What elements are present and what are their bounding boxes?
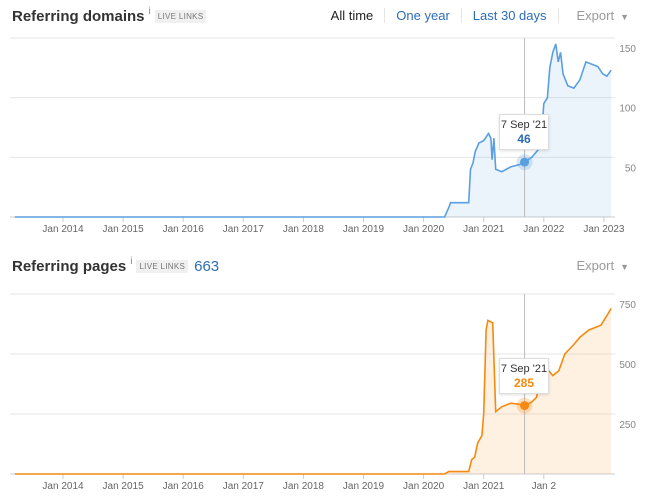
charts-canvas: Jan 2014 Jan 2015 Jan 2016 Jan 2017 Jan 2018… <box>10 37 637 492</box>
y-tick-label: 500 <box>619 360 636 371</box>
referring-pages-count: 663 <box>194 258 220 275</box>
tooltip-value: 46 <box>517 132 531 146</box>
tab-one-year[interactable]: One year <box>385 8 462 23</box>
x-tick-label: Jan 2021 <box>463 224 505 235</box>
highlight-point <box>520 157 530 167</box>
time-range-tabs: All time One year Last 30 days Export ▼ <box>320 8 649 23</box>
x-tick-label: Jan 2019 <box>343 224 385 235</box>
x-tick-label: Jan 2020 <box>403 224 445 235</box>
x-tick-label: Jan 2016 <box>163 481 205 492</box>
x-tick-label: Jan 2019 <box>343 481 385 492</box>
tab-last-30-days[interactable]: Last 30 days <box>462 8 559 23</box>
chevron-down-icon: ▼ <box>620 262 629 272</box>
chart-tooltip: 7 Sep '21 46 <box>499 114 549 150</box>
x-tick-label: Jan 2014 <box>42 481 84 492</box>
x-tick-label: Jan 2022 <box>523 224 565 235</box>
export-label: Export <box>576 258 615 273</box>
x-tick-label: Jan 2021 <box>463 481 505 492</box>
x-tick-label: Jan 2015 <box>103 224 145 235</box>
export-button[interactable]: Export ▼ <box>577 8 630 23</box>
y-tick-label: 100 <box>619 104 636 115</box>
y-tick-label: 50 <box>625 163 637 174</box>
tooltip-date: 7 Sep '21 <box>500 363 548 375</box>
highlight-point <box>520 401 530 411</box>
referring-domains-title: Referring domains <box>12 8 145 25</box>
y-tick-label: 150 <box>619 44 636 55</box>
info-icon[interactable]: i <box>130 256 132 267</box>
x-tick-label: Jan 2014 <box>42 224 84 235</box>
chevron-down-icon: ▼ <box>620 12 629 22</box>
x-tick-label: Jan 2020 <box>403 481 445 492</box>
x-tick-label: Jan 2016 <box>163 224 205 235</box>
tooltip-value: 285 <box>513 376 535 390</box>
export-button[interactable]: Export ▼ <box>577 258 630 273</box>
live-links-badge: LIVE LINKS <box>154 10 207 23</box>
x-tick-label: Jan 2017 <box>223 481 265 492</box>
referring-pages-title: Referring pages <box>12 258 127 275</box>
y-tick-label: 750 <box>619 300 636 311</box>
info-icon[interactable]: i <box>149 6 151 17</box>
tooltip-date: 7 Sep '21 <box>500 119 548 131</box>
live-links-badge: LIVE LINKS <box>136 260 189 273</box>
x-tick-label: Jan 2015 <box>103 481 145 492</box>
x-tick-label: Jan 2018 <box>283 481 325 492</box>
x-tick-label: Jan 2017 <box>223 224 265 235</box>
x-tick-label: Jan 2 <box>532 481 557 492</box>
referring-domains-heading: Referring domains i LIVE LINKS <box>12 6 207 25</box>
x-tick-label: Jan 2023 <box>583 224 625 235</box>
x-tick-label: Jan 2018 <box>283 224 325 235</box>
tab-all-time[interactable]: All time <box>320 8 386 23</box>
chart-tooltip: 7 Sep '21 285 <box>499 358 549 394</box>
referring-pages-heading: Referring pages i LIVE LINKS 663 <box>12 256 220 275</box>
y-tick-label: 250 <box>619 420 636 431</box>
export-label: Export <box>576 8 615 23</box>
